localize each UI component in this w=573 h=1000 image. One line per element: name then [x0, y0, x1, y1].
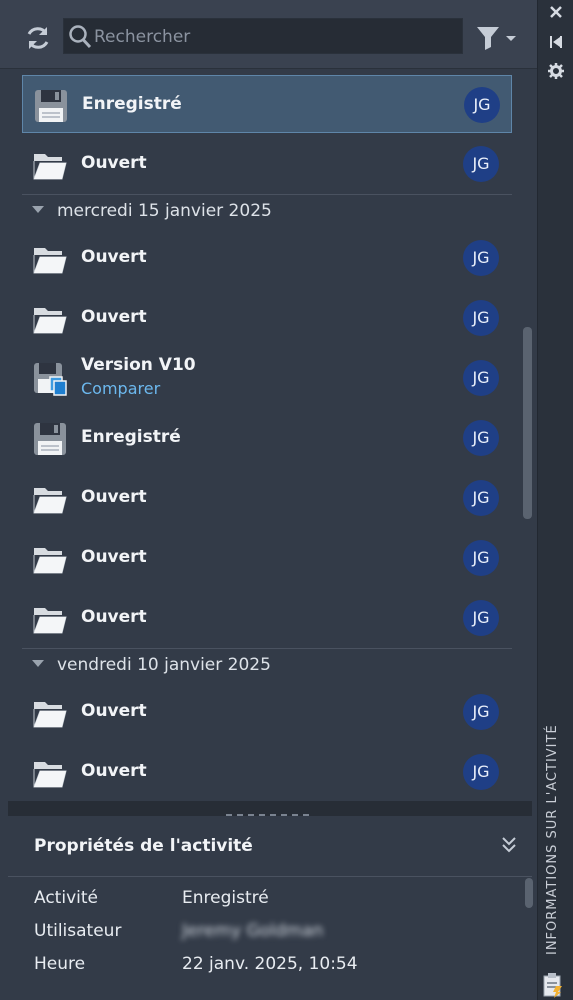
- settings-icon[interactable]: [538, 62, 573, 84]
- user-avatar[interactable]: JG: [463, 240, 499, 276]
- refresh-icon[interactable]: [24, 24, 52, 52]
- date-group-label: vendredi 10 janvier 2025: [57, 655, 271, 675]
- properties-title: Propriétés de l'activité: [34, 836, 253, 856]
- user-avatar[interactable]: JG: [463, 540, 499, 576]
- folder-open-icon: [32, 241, 68, 277]
- version-icon: [32, 361, 68, 397]
- activity-label: Ouvert: [81, 701, 147, 721]
- property-value: 22 janv. 2025, 10:54: [182, 954, 358, 974]
- property-key: Utilisateur: [34, 921, 122, 941]
- activity-label: Ouvert: [81, 607, 147, 627]
- activity-label: Ouvert: [81, 761, 147, 781]
- folder-open-icon: [32, 601, 68, 637]
- activity-label: Ouvert: [81, 247, 147, 267]
- activity-list-scrollbar[interactable]: [523, 327, 532, 519]
- property-value: Enregistré: [182, 888, 269, 908]
- activity-label: Ouvert: [81, 153, 147, 173]
- properties-panel: Propriétés de l'activité Activité Enregi…: [8, 816, 533, 1000]
- folder-open-icon: [32, 755, 68, 791]
- folder-open-icon: [32, 541, 68, 577]
- activity-row[interactable]: Ouvert JG: [22, 589, 512, 647]
- panel-vertical-title: INFORMATIONS SUR L'ACTIVITÉ: [545, 724, 560, 955]
- activity-row[interactable]: Ouvert JG: [22, 529, 512, 587]
- save-icon: [32, 421, 68, 457]
- property-key: Activité: [34, 888, 98, 908]
- folder-open-icon: [32, 301, 68, 337]
- activity-row[interactable]: Ouvert JG: [22, 229, 512, 287]
- property-key: Heure: [34, 954, 86, 974]
- date-group-label: mercredi 15 janvier 2025: [57, 201, 272, 221]
- activity-row[interactable]: Ouvert JG: [22, 683, 512, 741]
- user-avatar[interactable]: JG: [463, 480, 499, 516]
- pin-icon[interactable]: [538, 34, 573, 54]
- user-avatar[interactable]: JG: [464, 87, 500, 123]
- folder-open-icon: [32, 695, 68, 731]
- user-avatar[interactable]: JG: [463, 754, 499, 790]
- collapse-triangle-icon[interactable]: [32, 206, 44, 213]
- properties-header[interactable]: Propriétés de l'activité: [8, 816, 532, 877]
- search-icon: [69, 25, 92, 49]
- user-avatar[interactable]: JG: [463, 694, 499, 730]
- activity-row[interactable]: Enregistré JG: [22, 409, 512, 467]
- activity-label: Enregistré: [82, 94, 182, 114]
- group-divider: [22, 648, 512, 649]
- compare-link[interactable]: Comparer: [81, 379, 160, 398]
- folder-open-icon: [32, 481, 68, 517]
- activity-row[interactable]: Ouvert JG: [22, 743, 512, 800]
- folder-open-icon: [32, 147, 68, 183]
- close-icon[interactable]: [538, 4, 573, 24]
- user-avatar[interactable]: JG: [463, 600, 499, 636]
- activity-label: Version V10: [81, 355, 196, 375]
- activity-row[interactable]: Ouvert JG: [22, 135, 512, 193]
- save-icon: [33, 88, 69, 124]
- activity-label: Ouvert: [81, 307, 147, 327]
- activity-panel: Enregistré JG Ouvert JG mercredi 15 janvier …: [0, 0, 537, 1000]
- group-divider: [22, 194, 512, 195]
- clipboard-icon[interactable]: [541, 972, 565, 998]
- activity-label: Ouvert: [81, 487, 147, 507]
- search-input[interactable]: [92, 19, 456, 55]
- toolbar: [0, 0, 537, 69]
- filter-icon[interactable]: [474, 24, 522, 52]
- property-value: Jeremy Goldman: [182, 921, 324, 941]
- collapse-triangle-icon[interactable]: [32, 660, 44, 667]
- search-box: [63, 18, 463, 55]
- activity-row[interactable]: Ouvert JG: [22, 469, 512, 527]
- activity-label: Ouvert: [81, 547, 147, 567]
- activity-row[interactable]: Ouvert JG: [22, 289, 512, 347]
- activity-label: Enregistré: [81, 427, 181, 447]
- activity-row[interactable]: Version V10 Comparer JG: [22, 349, 512, 407]
- panel-splitter[interactable]: [8, 801, 532, 820]
- activity-row[interactable]: Enregistré JG: [22, 75, 512, 133]
- user-avatar[interactable]: JG: [463, 420, 499, 456]
- collapse-chevron-icon[interactable]: [498, 834, 520, 856]
- user-avatar[interactable]: JG: [463, 360, 499, 396]
- user-avatar[interactable]: JG: [463, 146, 499, 182]
- activity-list: Enregistré JG Ouvert JG mercredi 15 janvier …: [0, 69, 537, 800]
- user-avatar[interactable]: JG: [463, 300, 499, 336]
- properties-scrollbar[interactable]: [525, 878, 533, 908]
